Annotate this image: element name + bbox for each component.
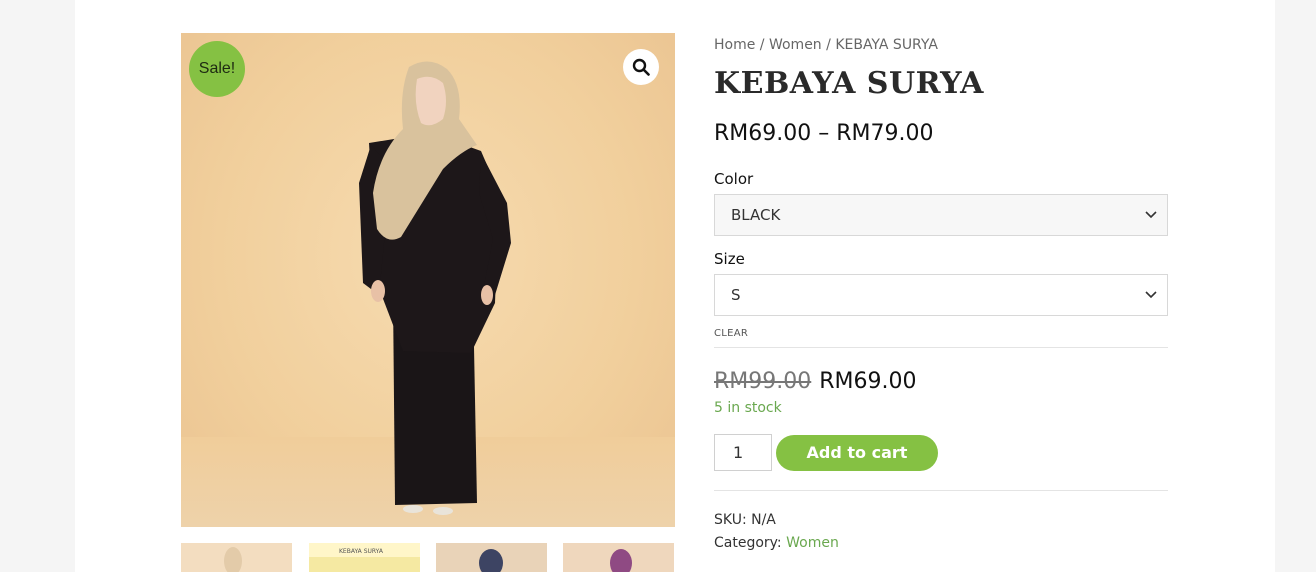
- breadcrumb: Home / Women / KEBAYA SURYA: [714, 33, 1168, 57]
- product-main-image[interactable]: Sale!: [181, 33, 675, 527]
- thumbnail-3-image: [479, 549, 503, 572]
- color-select-value: BLACK: [731, 206, 781, 224]
- divider: [714, 490, 1168, 491]
- sku-row: SKU: N/A: [714, 509, 1168, 532]
- breadcrumb-home[interactable]: Home: [714, 37, 755, 53]
- color-label: Color: [714, 170, 754, 188]
- category-label: Category:: [714, 535, 787, 551]
- sku-value: N/A: [751, 512, 776, 528]
- thumbnail-3[interactable]: [436, 543, 547, 572]
- thumbnail-4[interactable]: [563, 543, 674, 572]
- thumbnail-2[interactable]: KEBAYA SURYA: [309, 543, 420, 572]
- stock-status: 5 in stock: [714, 400, 782, 416]
- chevron-down-icon: [1145, 291, 1157, 299]
- divider: [714, 347, 1168, 348]
- color-select[interactable]: BLACK: [714, 194, 1168, 236]
- thumbnail-1-image: [224, 547, 242, 572]
- price-range: RM69.00 – RM79.00: [714, 121, 934, 146]
- thumbnail-4-image: [610, 549, 632, 572]
- breadcrumb-separator: /: [821, 37, 836, 53]
- sale-price: RM69.00: [819, 369, 917, 394]
- thumbnail-strip: KEBAYA SURYA: [181, 543, 675, 572]
- sku-label: SKU:: [714, 512, 752, 528]
- size-select[interactable]: S: [714, 274, 1168, 316]
- clear-variations-link[interactable]: CLEAR: [714, 328, 1168, 339]
- original-price: RM99.00: [714, 369, 812, 394]
- breadcrumb-current: KEBAYA SURYA: [835, 37, 938, 53]
- thumbnail-2-image: KEBAYA SURYA: [309, 548, 420, 572]
- thumbnail-1[interactable]: [181, 543, 292, 572]
- breadcrumb-women[interactable]: Women: [769, 37, 822, 53]
- add-to-cart-button[interactable]: Add to cart: [776, 434, 938, 471]
- zoom-button[interactable]: [623, 49, 659, 85]
- magnifier-icon: [632, 58, 650, 76]
- size-label: Size: [714, 250, 745, 268]
- quantity-input[interactable]: 1: [714, 434, 772, 471]
- page-container: Sale! KEBAYA SURYA Home / Women / KEBAYA…: [75, 0, 1275, 572]
- category-row: Category: Women: [714, 532, 1168, 555]
- category-link[interactable]: Women: [786, 535, 839, 551]
- sale-badge: Sale!: [189, 41, 245, 97]
- add-to-cart-form: 1 Add to cart: [714, 434, 1168, 471]
- breadcrumb-separator: /: [755, 37, 769, 53]
- size-select-value: S: [731, 286, 741, 304]
- variation-price: RM99.00 RM69.00: [714, 369, 1168, 394]
- product-title: KEBAYA SURYA: [714, 66, 984, 101]
- product-summary: Home / Women / KEBAYA SURYA KEBAYA SURYA…: [714, 33, 1168, 555]
- chevron-down-icon: [1145, 211, 1157, 219]
- model-figure: [359, 61, 511, 515]
- product-meta: SKU: N/A Category: Women: [714, 509, 1168, 555]
- thumbnail-2-caption: KEBAYA SURYA: [339, 548, 384, 555]
